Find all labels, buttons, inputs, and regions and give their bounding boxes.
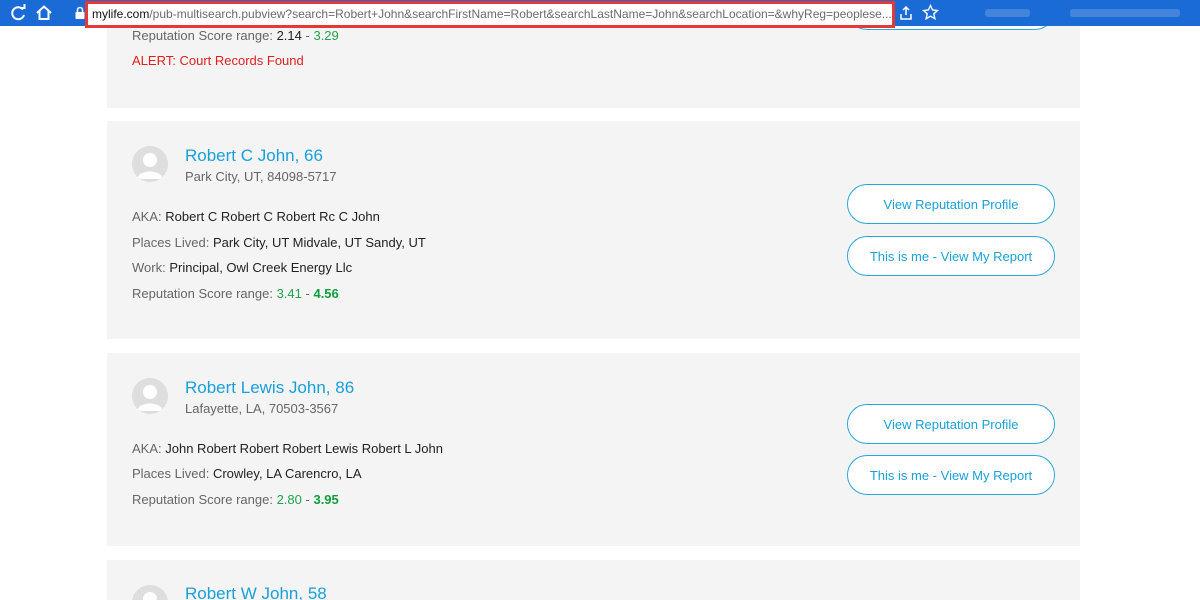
aka-row: AKA: John Robert Robert Robert Lewis Rob… bbox=[132, 441, 443, 456]
score-dash: - bbox=[305, 286, 310, 301]
score-high: 4.56 bbox=[313, 286, 339, 301]
places-label: Places Lived: bbox=[132, 466, 210, 481]
places-value: Park City, UT Midvale, UT Sandy, UT bbox=[212, 235, 426, 250]
work-row: Work: Principal, Owl Creek Energy Llc bbox=[132, 260, 352, 275]
alert-text: Court Records Found bbox=[179, 53, 304, 68]
result-name-link[interactable]: Robert Lewis John, 86 bbox=[185, 378, 354, 398]
places-value: Crowley, LA Carencro, LA bbox=[212, 466, 362, 481]
url-domain: mylife.com bbox=[92, 7, 150, 21]
bookmark-star-icon[interactable] bbox=[921, 3, 940, 21]
view-my-report-button[interactable]: This is me - View My Report bbox=[847, 236, 1055, 276]
places-lived-row: Places Lived: Crowley, LA Carencro, LA bbox=[132, 466, 362, 481]
avatar bbox=[132, 146, 168, 182]
score-label: Reputation Score range: bbox=[132, 286, 273, 301]
places-label: Places Lived: bbox=[132, 235, 210, 250]
score-low: 3.41 bbox=[276, 286, 302, 301]
result-address: Lafayette, LA, 70503-3567 bbox=[185, 401, 339, 416]
reputation-score-row: Reputation Score range: 2.14 - 3.29 bbox=[132, 28, 339, 43]
score-dash: - bbox=[305, 28, 310, 43]
avatar bbox=[132, 585, 168, 600]
court-records-alert: ALERT: Court Records Found bbox=[132, 53, 304, 68]
avatar bbox=[132, 378, 168, 414]
score-high: 3.29 bbox=[313, 28, 339, 43]
score-label: Reputation Score range: bbox=[132, 28, 273, 43]
result-card: Robert W John, 58 bbox=[107, 560, 1080, 600]
places-lived-row: Places Lived: Park City, UT Midvale, UT … bbox=[132, 235, 426, 250]
work-value: Principal, Owl Creek Energy Llc bbox=[169, 260, 353, 275]
view-reputation-profile-button[interactable]: View Reputation Profile bbox=[847, 404, 1055, 444]
reload-icon[interactable] bbox=[8, 3, 28, 23]
home-icon[interactable] bbox=[34, 3, 54, 23]
profile-menu[interactable] bbox=[1070, 9, 1180, 17]
aka-value: Robert C Robert C Robert Rc C John bbox=[165, 209, 380, 224]
view-my-report-button[interactable]: This is me - View My Report bbox=[847, 455, 1055, 495]
view-reputation-profile-button[interactable]: View Reputation Profile bbox=[847, 184, 1055, 224]
browser-toolbar: mylife.com/pub-multisearch.pubview?searc… bbox=[0, 0, 1200, 28]
score-high: 3.95 bbox=[313, 492, 339, 507]
aka-value: John Robert Robert Robert Lewis Robert L… bbox=[165, 441, 443, 456]
result-address: Park City, UT, 84098-5717 bbox=[185, 169, 337, 184]
alert-prefix: ALERT: bbox=[132, 53, 176, 68]
aka-row: AKA: Robert C Robert C Robert Rc C John bbox=[132, 209, 380, 224]
score-low: 2.14 bbox=[276, 28, 302, 43]
result-card: Robert C John, 66 Park City, UT, 84098-5… bbox=[107, 121, 1080, 339]
score-low: 2.80 bbox=[276, 492, 302, 507]
share-icon[interactable] bbox=[898, 5, 914, 21]
aka-label: AKA: bbox=[132, 209, 162, 224]
url-path: /pub-multisearch.pubview?search=Robert+J… bbox=[149, 7, 892, 21]
address-bar[interactable]: mylife.com/pub-multisearch.pubview?searc… bbox=[85, 1, 895, 28]
score-label: Reputation Score range: bbox=[132, 492, 273, 507]
result-card: Robert Lewis John, 86 Lafayette, LA, 705… bbox=[107, 353, 1080, 546]
score-dash: - bbox=[305, 492, 310, 507]
work-label: Work: bbox=[132, 260, 166, 275]
result-name-link[interactable]: Robert C John, 66 bbox=[185, 146, 323, 166]
aka-label: AKA: bbox=[132, 441, 162, 456]
result-name-link[interactable]: Robert W John, 58 bbox=[185, 584, 327, 600]
reputation-score-row: Reputation Score range: 3.41 - 4.56 bbox=[132, 286, 339, 301]
extension-icon[interactable] bbox=[985, 9, 1030, 17]
reputation-score-row: Reputation Score range: 2.80 - 3.95 bbox=[132, 492, 339, 507]
